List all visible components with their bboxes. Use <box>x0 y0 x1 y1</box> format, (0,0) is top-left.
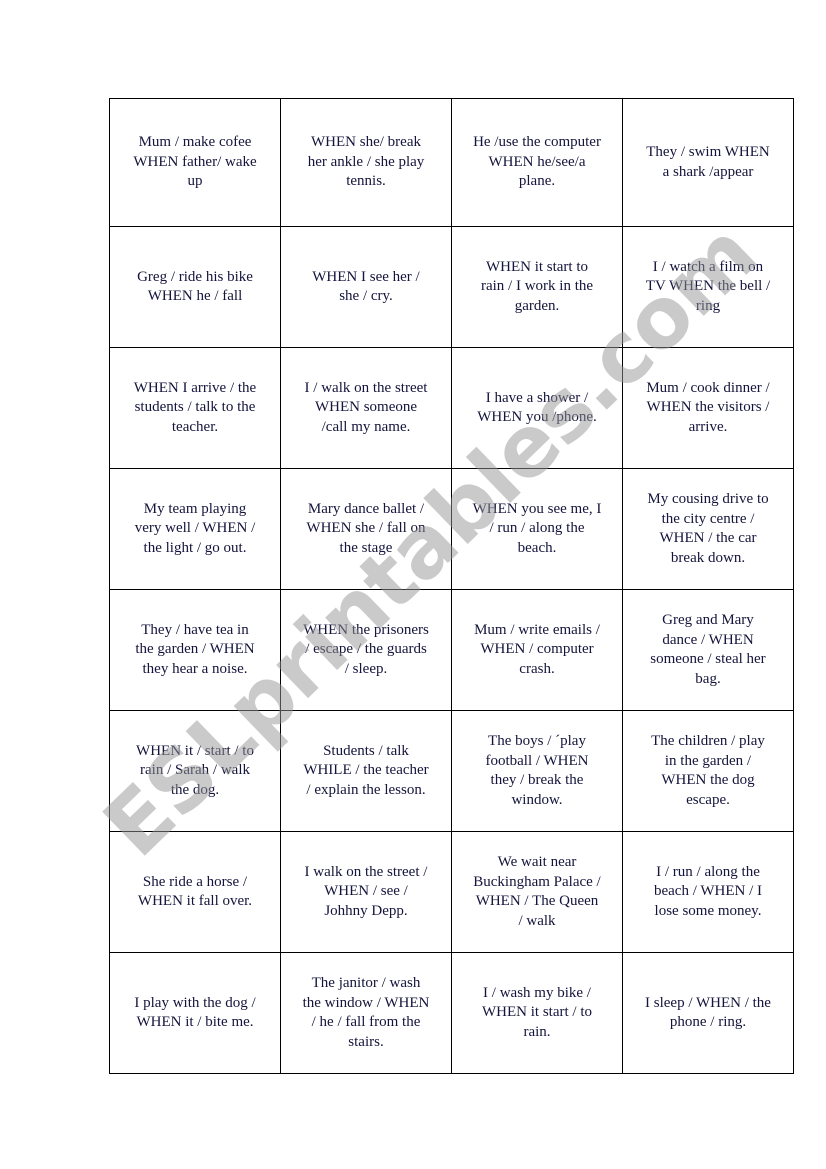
sentence-card: Students / talk WHILE / the teacher / ex… <box>280 710 452 832</box>
sentence-card: Mum / write emails / WHEN / computer cra… <box>451 589 623 711</box>
cards-body: Mum / make cofee WHEN father/ wake up WHE… <box>109 98 794 1074</box>
sentence-card: They / have tea in the garden / WHEN the… <box>109 589 281 711</box>
sentence-card: My team playing very well / WHEN / the l… <box>109 468 281 590</box>
sentence-card: My cousing drive to the city centre / WH… <box>622 468 794 590</box>
sentence-card: He /use the computer WHEN he/see/a plane… <box>451 98 623 227</box>
sentence-card: Mum / cook dinner / WHEN the visitors / … <box>622 347 794 469</box>
sentence-card: WHEN the prisoners / escape / the guards… <box>280 589 452 711</box>
card-row: My team playing very well / WHEN / the l… <box>109 468 794 590</box>
sentence-card: She ride a horse / WHEN it fall over. <box>109 831 281 953</box>
sentence-card: WHEN I arrive / the students / talk to t… <box>109 347 281 469</box>
sentence-card: WHEN I see her / she / cry. <box>280 226 452 348</box>
sentence-card: I / run / along the beach / WHEN / I los… <box>622 831 794 953</box>
sentence-card: I / walk on the street WHEN someone /cal… <box>280 347 452 469</box>
sentence-card: WHEN it / start / to rain / Sarah / walk… <box>109 710 281 832</box>
sentence-cards-table: Mum / make cofee WHEN father/ wake up WHE… <box>109 98 794 1074</box>
card-row: She ride a horse / WHEN it fall over. I w… <box>109 831 794 953</box>
sentence-card: They / swim WHEN a shark /appear <box>622 98 794 227</box>
sentence-card: Mum / make cofee WHEN father/ wake up <box>109 98 281 227</box>
sentence-card: The boys / ´play football / WHEN they / … <box>451 710 623 832</box>
card-row: Greg / ride his bike WHEN he / fall WHEN … <box>109 226 794 348</box>
card-row: Mum / make cofee WHEN father/ wake up WHE… <box>109 98 794 227</box>
card-row: WHEN it / start / to rain / Sarah / walk… <box>109 710 794 832</box>
sentence-card: We wait near Buckingham Palace / WHEN / … <box>451 831 623 953</box>
sentence-card: The janitor / wash the window / WHEN / h… <box>280 952 452 1074</box>
sentence-card: Greg and Mary dance / WHEN someone / ste… <box>622 589 794 711</box>
card-row: WHEN I arrive / the students / talk to t… <box>109 347 794 469</box>
sentence-card: Greg / ride his bike WHEN he / fall <box>109 226 281 348</box>
card-row: I play with the dog / WHEN it / bite me.… <box>109 952 794 1074</box>
sentence-card: I play with the dog / WHEN it / bite me. <box>109 952 281 1074</box>
sentence-card: WHEN she/ break her ankle / she play ten… <box>280 98 452 227</box>
sentence-card: WHEN it start to rain / I work in the ga… <box>451 226 623 348</box>
sentence-card: I / wash my bike / WHEN it start / to ra… <box>451 952 623 1074</box>
sentence-card: I have a shower / WHEN you /phone. <box>451 347 623 469</box>
sentence-card: Mary dance ballet / WHEN she / fall on t… <box>280 468 452 590</box>
sentence-card: I sleep / WHEN / the phone / ring. <box>622 952 794 1074</box>
sentence-card: I walk on the street / WHEN / see / Johh… <box>280 831 452 953</box>
sentence-card: WHEN you see me, I / run / along the bea… <box>451 468 623 590</box>
sentence-card: The children / play in the garden / WHEN… <box>622 710 794 832</box>
sentence-card: I / watch a film on TV WHEN the bell / r… <box>622 226 794 348</box>
card-row: They / have tea in the garden / WHEN the… <box>109 589 794 711</box>
